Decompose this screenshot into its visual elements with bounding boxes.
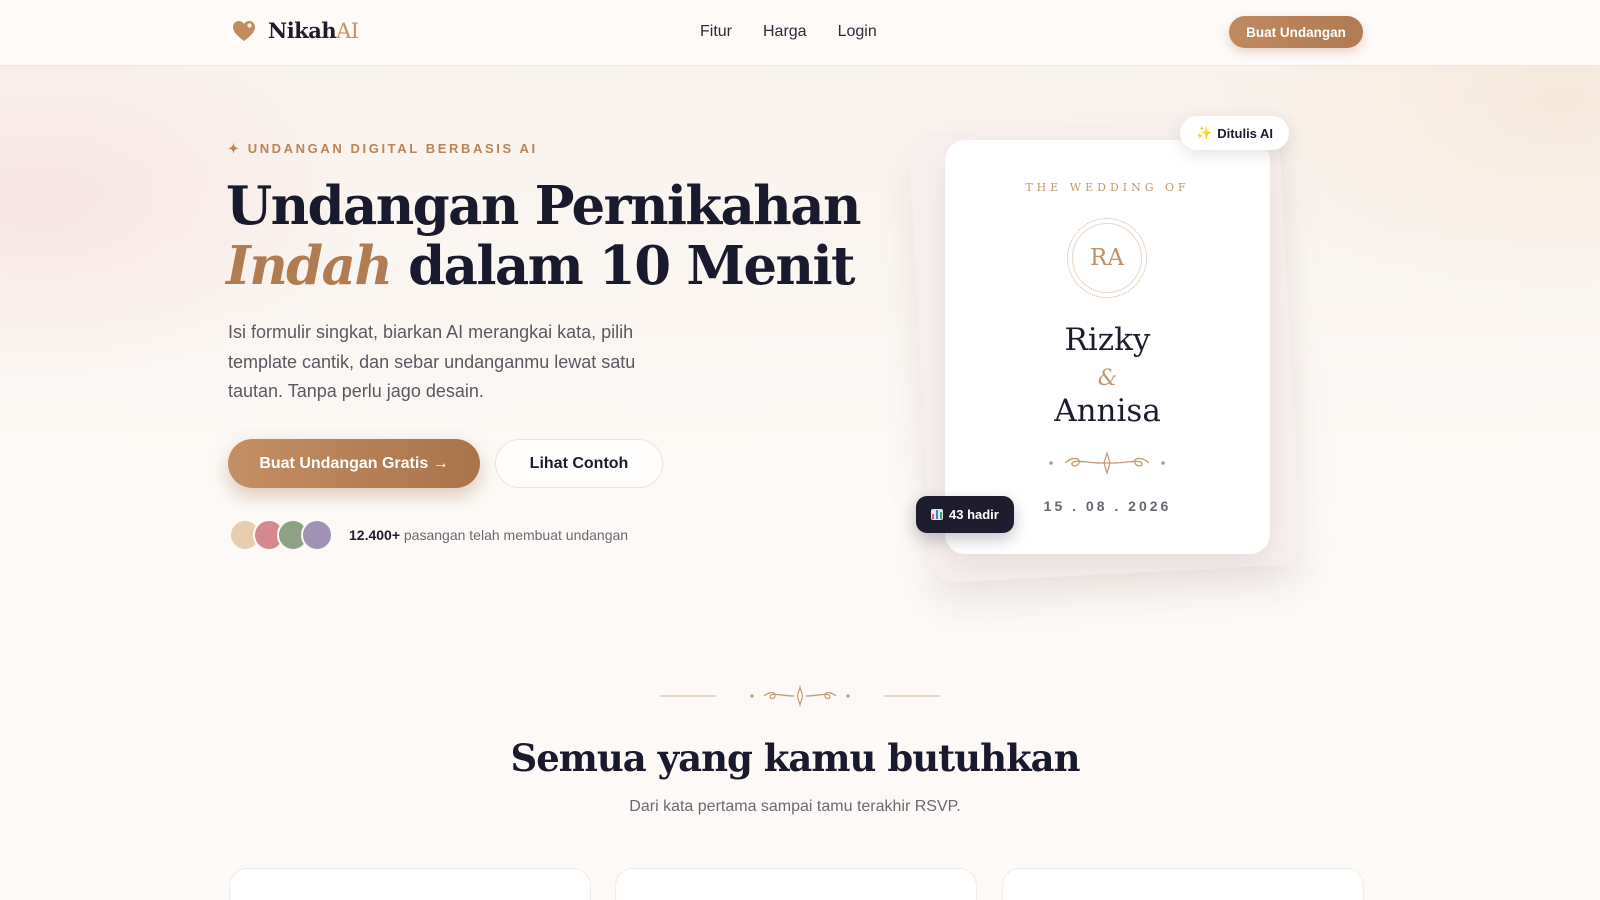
nav-link-fitur[interactable]: Fitur: [700, 23, 732, 41]
hero-subtitle: Isi formulir singkat, biarkan AI merangk…: [228, 322, 636, 401]
ornament-divider-icon: [1049, 450, 1165, 476]
hero-title-line2: dalam 10 Menit: [391, 235, 855, 297]
sparkles-icon: ✨: [1196, 125, 1213, 140]
nav-create-invitation-button[interactable]: Buat Undangan: [1229, 16, 1363, 48]
bride-name: Annisa: [1054, 393, 1161, 429]
feature-card[interactable]: [229, 868, 591, 900]
brand-logo[interactable]: NikahAI: [232, 18, 359, 43]
heart-logo-icon: [233, 20, 255, 41]
avatar: [301, 519, 333, 551]
avatar-stack: [229, 519, 333, 551]
invitation-card-preview[interactable]: THE WEDDING OF RA Rizky & Annisa 15 . 08…: [945, 140, 1270, 554]
brand-name: NikahAI: [268, 18, 359, 43]
card-kicker: THE WEDDING OF: [1025, 181, 1190, 194]
top-navbar: NikahAI Fitur Harga Login Buat Undangan: [0, 0, 1600, 66]
section-ornament-divider-icon: [660, 684, 940, 708]
bar-chart-icon: [931, 509, 943, 520]
hero-title-line1: Undangan Pernikahan: [226, 175, 861, 237]
feature-card[interactable]: [1002, 868, 1364, 900]
see-example-button[interactable]: Lihat Contoh: [495, 439, 663, 488]
ampersand: &: [1097, 366, 1118, 391]
nav-link-harga[interactable]: Harga: [763, 23, 807, 41]
feature-card[interactable]: [615, 868, 977, 900]
hero-title: Undangan Pernikahan Indah dalam 10 Menit: [226, 176, 866, 296]
nav-links: Fitur Harga Login: [700, 23, 877, 41]
groom-name: Rizky: [1064, 322, 1151, 358]
ai-written-badge: ✨ Ditulis AI: [1180, 116, 1290, 150]
features-title: Semua yang kamu butuhkan: [510, 736, 1080, 780]
features-subtitle: Dari kata pertama sampai tamu terakhir R…: [629, 798, 961, 815]
create-free-invitation-button[interactable]: Buat Undangan Gratis →: [228, 439, 480, 488]
social-proof-text: 12.400+ pasangan telah membuat undangan: [349, 527, 629, 543]
hero-eyebrow: ✦ UNDANGAN DIGITAL BERBASIS AI: [228, 141, 538, 156]
hero-title-accent: Indah: [226, 235, 393, 297]
social-proof-count: 12.400+: [349, 527, 400, 543]
nav-link-login[interactable]: Login: [838, 23, 877, 41]
social-proof: 12.400+ pasangan telah membuat undangan: [229, 519, 628, 551]
monogram-badge: RA: [1067, 218, 1147, 298]
attendance-badge: 43 hadir: [916, 496, 1014, 533]
